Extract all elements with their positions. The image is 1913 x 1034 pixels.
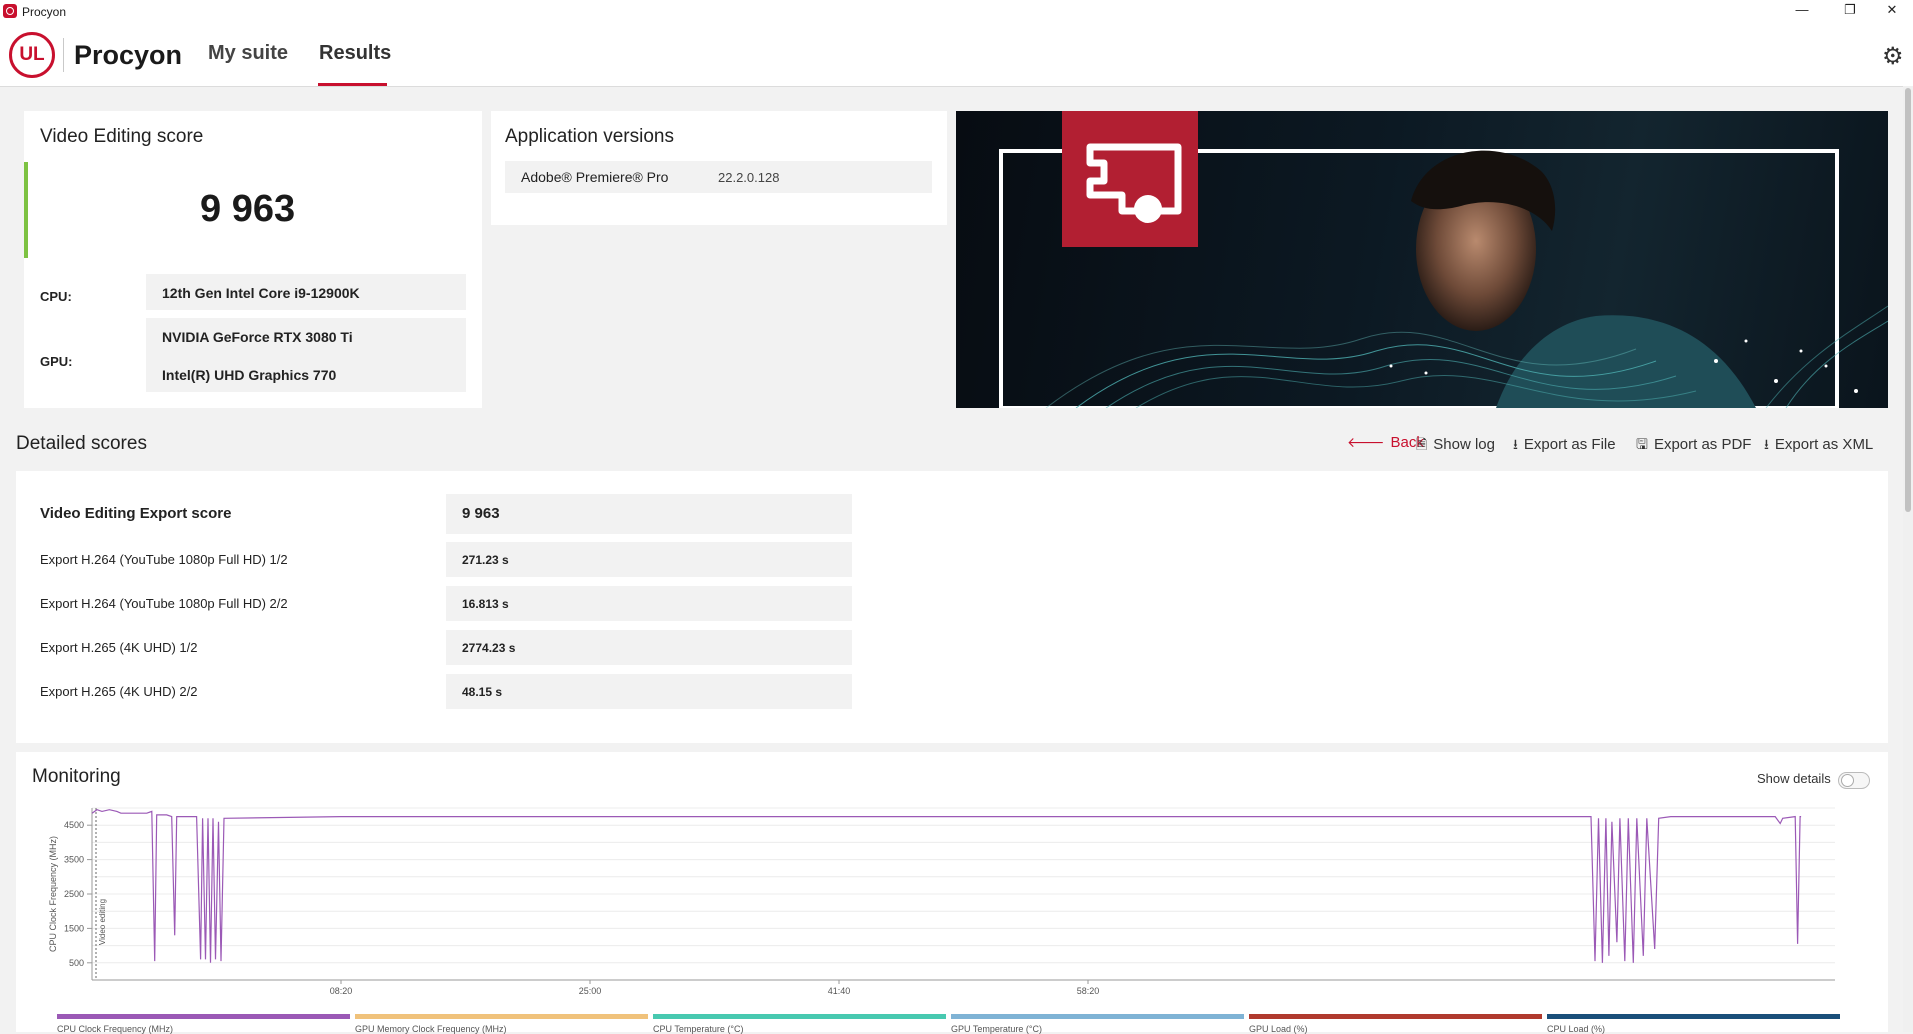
series-line-cpu-clock	[91, 809, 1802, 963]
x-tick-label: 08:20	[330, 986, 353, 996]
legend-swatch[interactable]	[951, 1014, 1244, 1019]
legend-label: CPU Clock Frequency (MHz)	[57, 1024, 174, 1034]
show-log-label: Show log	[1433, 436, 1495, 453]
score-row-value-box	[446, 674, 852, 709]
settings-gear-icon[interactable]: ⚙	[1882, 42, 1904, 71]
gpu-value-secondary: Intel(R) UHD Graphics 770	[162, 367, 337, 383]
legend-label: GPU Load (%)	[1249, 1024, 1308, 1034]
export-xml-button[interactable]: ⭳ Export as XML	[1764, 434, 1873, 458]
gpu-value-primary: NVIDIA GeForce RTX 3080 Ti	[162, 329, 353, 345]
detailed-scores-title: Detailed scores	[16, 433, 147, 454]
score-row-name: Export H.265 (4K UHD) 2/2	[40, 684, 198, 699]
legend-swatch[interactable]	[1249, 1014, 1542, 1019]
cpu-label: CPU:	[40, 289, 72, 304]
score-row-value: 48.15 s	[462, 685, 503, 699]
export-file-label: Export as File	[1523, 436, 1616, 453]
score-row-name: Export H.264 (YouTube 1080p Full HD) 2/2	[40, 596, 288, 611]
scrollbar-thumb[interactable]	[1905, 88, 1911, 512]
tab-results[interactable]: Results	[319, 42, 391, 65]
x-tick-label: 41:40	[828, 986, 851, 996]
y-tick-label: 3500	[64, 855, 84, 865]
legend-label: GPU Temperature (°C)	[951, 1024, 1042, 1034]
show-log-button[interactable]: 🗎 Show log	[1416, 434, 1495, 458]
score-row-value-box	[446, 494, 852, 534]
window-titlebar: Procyon — ❐ ✕	[0, 0, 1913, 24]
tab-my-suite[interactable]: My suite	[208, 42, 288, 65]
monitoring-title: Monitoring	[32, 766, 121, 787]
logo-divider	[63, 38, 64, 72]
save-disk-icon: 🖫	[1636, 436, 1648, 452]
score-row-value: 271.23 s	[462, 553, 509, 567]
ul-logo-icon: UL	[9, 32, 55, 78]
monitoring-chart: 500 1500 2500 3500 4500 08:20 25:00 41:40 58:20 C…	[48, 807, 1835, 996]
app-versions-title: Application versions	[505, 126, 674, 147]
export-xml-label: Export as XML	[1774, 436, 1874, 453]
score-accent-bar	[24, 162, 28, 258]
export-file-button[interactable]: ⭳ Export as File	[1513, 434, 1616, 458]
app-name: Adobe® Premiere® Pro	[521, 169, 669, 185]
minimize-button[interactable]: —	[1781, 0, 1823, 22]
detailed-scores-card	[16, 471, 1888, 743]
export-pdf-label: Export as PDF	[1653, 436, 1752, 453]
gpu-label: GPU:	[40, 354, 73, 369]
vertical-scrollbar[interactable]	[1903, 86, 1913, 1032]
document-icon: 🗎	[1416, 436, 1428, 452]
score-row-name: Export H.264 (YouTube 1080p Full HD) 1/2	[40, 552, 288, 567]
y-tick-label: 4500	[64, 820, 84, 830]
back-button[interactable]: 🡐 Back	[1347, 434, 1424, 451]
x-tick-label: 58:20	[1077, 986, 1100, 996]
close-button[interactable]: ✕	[1871, 0, 1913, 22]
y-tick-label: 500	[69, 958, 84, 968]
legend-label: CPU Temperature (°C)	[653, 1024, 744, 1034]
app-icon	[3, 4, 17, 18]
score-card-title: Video Editing score	[40, 126, 204, 147]
video-editing-hero-image	[956, 111, 1888, 408]
video-editing-score: 9 963	[200, 188, 296, 230]
score-row-value: 16.813 s	[462, 597, 509, 611]
score-row-value: 9 963	[462, 505, 500, 522]
y-axis-label: CPU Clock Frequency (MHz)	[48, 836, 58, 952]
legend-label: CPU Load (%)	[1547, 1024, 1606, 1034]
legend-label: GPU Memory Clock Frequency (MHz)	[355, 1024, 507, 1034]
x-tick-label: 25:00	[579, 986, 602, 996]
legend-swatch[interactable]	[355, 1014, 648, 1019]
show-details-toggle[interactable]	[1838, 772, 1870, 789]
arrow-left-icon: 🡐	[1347, 434, 1385, 450]
y-tick-label: 2500	[64, 889, 84, 899]
brand-name: Procyon	[74, 40, 183, 70]
legend-swatch[interactable]	[1547, 1014, 1840, 1019]
cpu-value: 12th Gen Intel Core i9-12900K	[162, 285, 360, 301]
download-icon: ⭳	[1513, 436, 1518, 452]
app-version: 22.2.0.128	[718, 170, 780, 185]
active-tab-indicator	[318, 83, 387, 86]
score-row-name: Export H.265 (4K UHD) 1/2	[40, 640, 198, 655]
legend-swatch[interactable]	[653, 1014, 946, 1019]
y-tick-label: 1500	[64, 923, 84, 933]
legend-swatch[interactable]	[57, 1014, 350, 1019]
score-row-name: Video Editing Export score	[40, 505, 232, 522]
app-header: UL Procyon My suite Results ⚙	[0, 24, 1913, 87]
show-details-label: Show details	[1757, 771, 1831, 786]
score-row-value: 2774.23 s	[462, 641, 516, 655]
band-label: Video editing	[98, 899, 107, 945]
window-title: Procyon	[22, 5, 67, 19]
download-icon: ⭳	[1764, 436, 1769, 452]
export-pdf-button[interactable]: 🖫 Export as PDF	[1636, 434, 1751, 458]
maximize-button[interactable]: ❐	[1829, 0, 1871, 22]
toggle-knob	[1841, 774, 1854, 787]
